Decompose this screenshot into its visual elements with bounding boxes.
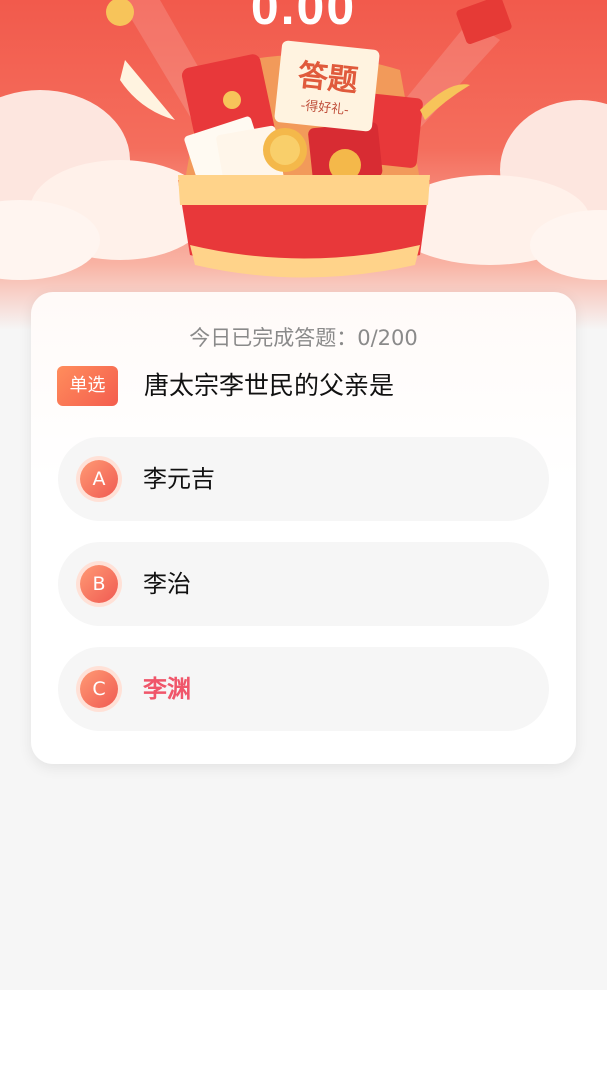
option-letter: C: [80, 670, 118, 708]
reward-banner: 答题 -得好礼- 0.00: [0, 0, 607, 330]
option-a[interactable]: A 李元吉: [58, 437, 549, 521]
option-label: 李元吉: [143, 465, 215, 493]
option-label: 李渊: [143, 675, 191, 703]
balance-amount: 0.00: [250, 0, 357, 35]
quiz-card: 今日已完成答题：0/200 单选 唐太宗李世民的父亲是 A 李元吉 B 李治 C…: [31, 292, 576, 764]
option-letter: B: [80, 565, 118, 603]
option-label: 李治: [143, 570, 191, 598]
question-text: 唐太宗李世民的父亲是: [144, 371, 395, 400]
option-letter: A: [80, 460, 118, 498]
bottom-area: [0, 990, 607, 1080]
option-c[interactable]: C 李渊: [58, 647, 549, 731]
banner-title: 答题: [296, 58, 359, 99]
gift-basket-illustration: 答题-得好礼-: [0, 0, 607, 280]
option-b[interactable]: B 李治: [58, 542, 549, 626]
daily-progress: 今日已完成答题：0/200: [189, 326, 418, 350]
question-type-badge: 单选: [57, 366, 118, 406]
